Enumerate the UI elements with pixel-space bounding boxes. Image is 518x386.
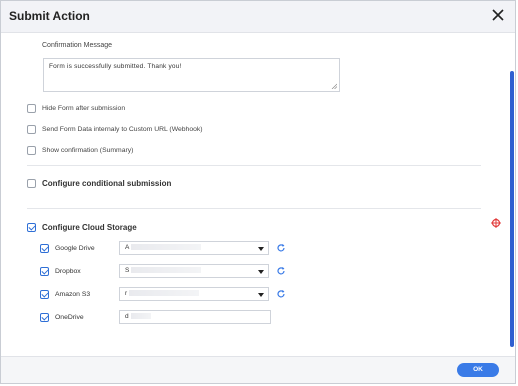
cloud-storage-label: Configure Cloud Storage (42, 223, 137, 232)
redacted-value (131, 267, 202, 274)
amazon-s3-label: Amazon S3 (55, 291, 91, 298)
redacted-value (130, 313, 151, 320)
confirmation-message-text: Form is successfully submitted. Thank yo… (49, 63, 182, 70)
onedrive-input[interactable]: d (119, 310, 271, 324)
onedrive-value: d (125, 313, 129, 320)
chevron-down-icon (258, 270, 264, 274)
redacted-value (129, 290, 200, 297)
crosshair-target-icon[interactable] (491, 218, 501, 228)
refresh-icon[interactable] (276, 289, 286, 299)
google-drive-value: A (125, 244, 130, 251)
webhook-checkbox[interactable] (27, 125, 36, 134)
service-row-onedrive: OneDrive (40, 313, 125, 322)
google-drive-checkbox[interactable] (40, 244, 49, 253)
onedrive-checkbox[interactable] (40, 313, 49, 322)
google-drive-label: Google Drive (55, 245, 95, 252)
conditional-label: Configure conditional submission (42, 179, 172, 188)
dropbox-checkbox[interactable] (40, 267, 49, 276)
chevron-down-icon (258, 293, 264, 297)
confirmation-message-input[interactable]: Form is successfully submitted. Thank yo… (43, 58, 340, 92)
amazon-s3-select[interactable]: r (119, 287, 269, 301)
conditional-checkbox[interactable] (27, 179, 36, 188)
vertical-scrollbar[interactable] (510, 71, 514, 347)
webhook-label: Send Form Data internaly to Custom URL (… (42, 126, 203, 133)
divider (27, 165, 481, 166)
dropbox-value: S (125, 267, 130, 274)
option-show-confirmation[interactable]: Show confirmation (Summary) (27, 146, 133, 155)
hide-form-checkbox[interactable] (27, 104, 36, 113)
option-hide-form[interactable]: Hide Form after submission (27, 104, 125, 113)
service-row-google-drive: Google Drive (40, 244, 125, 253)
resize-handle-icon[interactable] (331, 83, 337, 89)
section-cloud-storage[interactable]: Configure Cloud Storage (27, 223, 137, 232)
redacted-value (131, 244, 202, 251)
option-webhook[interactable]: Send Form Data internaly to Custom URL (… (27, 125, 203, 134)
service-row-amazon-s3: Amazon S3 (40, 290, 125, 299)
ok-button[interactable]: OK (457, 363, 499, 377)
dropbox-select[interactable]: S (119, 264, 269, 278)
dialog-title: Submit Action (9, 9, 90, 23)
divider (27, 208, 481, 209)
chevron-down-icon (258, 247, 264, 251)
amazon-s3-checkbox[interactable] (40, 290, 49, 299)
dialog-footer: OK (1, 356, 515, 383)
dropbox-label: Dropbox (55, 268, 81, 275)
dialog-body: Confirmation Message Form is successfull… (1, 33, 509, 359)
hide-form-label: Hide Form after submission (42, 105, 126, 112)
google-drive-select[interactable]: A (119, 241, 269, 255)
submit-action-dialog: Submit Action Confirmation Message Form … (0, 0, 516, 384)
refresh-icon[interactable] (276, 243, 286, 253)
cloud-storage-checkbox[interactable] (27, 223, 36, 232)
onedrive-label: OneDrive (55, 314, 84, 321)
close-icon[interactable] (489, 6, 507, 24)
show-confirmation-label: Show confirmation (Summary) (42, 147, 134, 154)
service-row-dropbox: Dropbox (40, 267, 125, 276)
section-conditional[interactable]: Configure conditional submission (27, 179, 171, 188)
amazon-s3-value: r (125, 290, 128, 297)
show-confirmation-checkbox[interactable] (27, 146, 36, 155)
dialog-header: Submit Action (1, 1, 515, 33)
refresh-icon[interactable] (276, 266, 286, 276)
confirmation-message-label: Confirmation Message (42, 42, 113, 49)
